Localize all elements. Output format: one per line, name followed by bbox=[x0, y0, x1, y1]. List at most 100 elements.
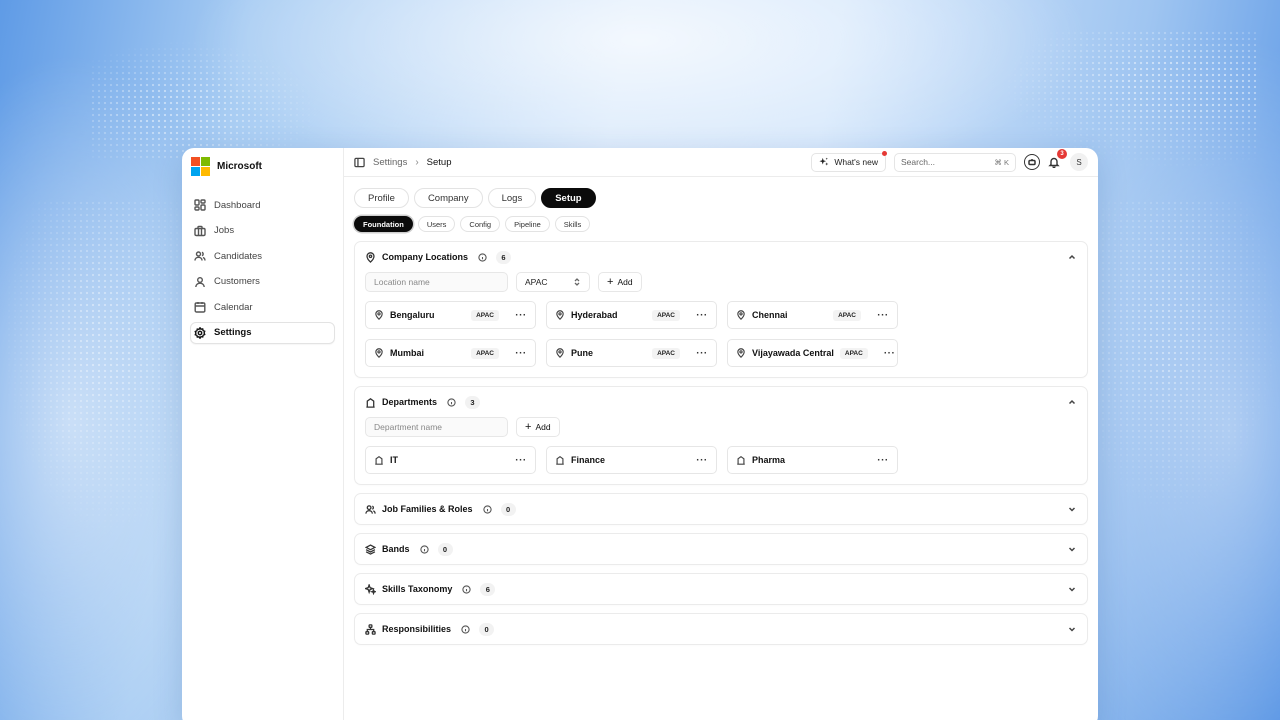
more-options-icon[interactable]: ··· bbox=[696, 348, 708, 359]
tab-logs[interactable]: Logs bbox=[487, 188, 537, 208]
add-label: Add bbox=[617, 277, 633, 287]
layers-icon bbox=[365, 543, 376, 555]
chevron-down-icon[interactable] bbox=[1067, 504, 1077, 514]
info-icon[interactable] bbox=[462, 584, 471, 594]
breadcrumb-parent[interactable]: Settings bbox=[373, 157, 407, 168]
location-name: Bengaluru bbox=[390, 310, 435, 320]
section-count-badge: 0 bbox=[437, 542, 453, 556]
add-department-button[interactable]: + Add bbox=[516, 417, 560, 437]
briefcase-icon bbox=[194, 225, 206, 236]
skills-taxonomy-header[interactable]: Skills Taxonomy 6 bbox=[355, 574, 1087, 604]
sidebar-item-customers[interactable]: Customers bbox=[190, 271, 335, 293]
more-options-icon[interactable]: ··· bbox=[877, 310, 889, 321]
section-title: Bands bbox=[382, 544, 410, 554]
job-families-header[interactable]: Job Families & Roles 0 bbox=[355, 494, 1087, 524]
chevron-down-icon[interactable] bbox=[1067, 544, 1077, 554]
tab-profile[interactable]: Profile bbox=[354, 188, 409, 208]
gear-icon bbox=[194, 326, 206, 339]
map-pin-icon bbox=[737, 310, 745, 320]
chevron-up-icon[interactable] bbox=[1067, 397, 1077, 407]
department-item[interactable]: Pharma ··· bbox=[727, 446, 898, 474]
search-placeholder: Search... bbox=[901, 157, 936, 167]
more-options-icon[interactable]: ··· bbox=[515, 348, 527, 359]
sidebar-item-candidates[interactable]: Candidates bbox=[190, 245, 335, 267]
company-locations-header[interactable]: Company Locations 6 bbox=[355, 242, 1087, 272]
departments-section: Departments 3 Department name + Add IT ·… bbox=[354, 386, 1088, 485]
more-options-icon[interactable]: ··· bbox=[515, 310, 527, 321]
responsibilities-header[interactable]: Responsibilities 0 bbox=[355, 614, 1087, 644]
department-item[interactable]: IT ··· bbox=[365, 446, 536, 474]
chevron-down-icon[interactable] bbox=[1067, 624, 1077, 634]
sidebar: Microsoft Dashboard Jobs Candidates Cust… bbox=[182, 148, 344, 720]
brand[interactable]: Microsoft bbox=[191, 156, 335, 176]
assistant-button[interactable] bbox=[1024, 154, 1040, 170]
sidebar-item-label: Jobs bbox=[214, 225, 235, 236]
avatar[interactable]: S bbox=[1070, 153, 1088, 171]
microsoft-logo-icon bbox=[191, 156, 210, 176]
sparkles-icon bbox=[365, 583, 376, 595]
info-icon[interactable] bbox=[461, 624, 470, 634]
map-pin-icon bbox=[375, 310, 383, 320]
location-item[interactable]: Chennai APAC ··· bbox=[727, 301, 898, 329]
department-name-input[interactable]: Department name bbox=[365, 417, 508, 437]
info-icon[interactable] bbox=[419, 544, 429, 554]
subtab-pipeline[interactable]: Pipeline bbox=[505, 216, 550, 232]
top-bar: Settings › Setup What's new Search... ⌘ … bbox=[344, 148, 1098, 177]
bands-header[interactable]: Bands 0 bbox=[355, 534, 1087, 564]
sidebar-item-settings[interactable]: Settings bbox=[190, 321, 335, 344]
top-bar-actions: What's new Search... ⌘ K 3 S bbox=[811, 149, 1088, 172]
section-count-badge: 6 bbox=[496, 250, 512, 264]
more-options-icon[interactable]: ··· bbox=[696, 455, 708, 466]
location-name: Chennai bbox=[752, 310, 788, 320]
more-options-icon[interactable]: ··· bbox=[515, 455, 527, 466]
sidebar-item-label: Calendar bbox=[214, 301, 253, 313]
section-count-badge: 3 bbox=[465, 395, 481, 409]
chevron-down-icon[interactable] bbox=[1067, 584, 1077, 594]
add-location-button[interactable]: + Add bbox=[598, 272, 642, 292]
sidebar-item-dashboard[interactable]: Dashboard bbox=[190, 194, 335, 216]
location-item[interactable]: Pune APAC ··· bbox=[546, 339, 717, 367]
more-options-icon[interactable]: ··· bbox=[696, 310, 708, 321]
breadcrumb-current: Setup bbox=[426, 156, 452, 168]
more-options-icon[interactable]: ··· bbox=[884, 348, 896, 359]
bot-icon bbox=[1028, 159, 1036, 166]
region-select-value: APAC bbox=[525, 277, 548, 287]
info-icon[interactable] bbox=[447, 397, 456, 407]
sidebar-item-calendar[interactable]: Calendar bbox=[190, 296, 335, 318]
more-options-icon[interactable]: ··· bbox=[877, 455, 889, 466]
sidebar-toggle-icon[interactable] bbox=[354, 157, 365, 168]
location-item[interactable]: Mumbai APAC ··· bbox=[365, 339, 536, 367]
notifications-button[interactable]: 3 bbox=[1048, 149, 1067, 169]
location-item[interactable]: Vijayawada Central APAC ··· bbox=[727, 339, 898, 367]
plus-icon: + bbox=[525, 420, 532, 433]
location-name: Pune bbox=[571, 348, 594, 358]
subtab-config[interactable]: Config bbox=[460, 216, 501, 232]
subtab-foundation[interactable]: Foundation bbox=[354, 216, 413, 232]
whats-new-button[interactable]: What's new bbox=[811, 150, 887, 172]
background-dot-pattern bbox=[1100, 200, 1280, 520]
tab-company[interactable]: Company bbox=[413, 188, 483, 208]
chevron-up-icon[interactable] bbox=[1067, 252, 1077, 262]
section-count-badge: 6 bbox=[480, 582, 496, 596]
hierarchy-icon bbox=[365, 623, 376, 635]
info-icon[interactable] bbox=[478, 252, 487, 262]
section-title: Company Locations bbox=[382, 252, 469, 262]
location-item[interactable]: Hyderabad APAC ··· bbox=[546, 301, 717, 329]
map-pin-icon bbox=[556, 348, 564, 358]
sidebar-item-jobs[interactable]: Jobs bbox=[190, 220, 335, 242]
subtab-skills[interactable]: Skills bbox=[554, 216, 591, 232]
search-input[interactable]: Search... ⌘ K bbox=[894, 152, 1016, 172]
region-select[interactable]: APAC bbox=[516, 272, 590, 292]
map-pin-icon bbox=[556, 310, 564, 320]
sidebar-item-label: Customers bbox=[214, 276, 260, 287]
subtab-users[interactable]: Users bbox=[417, 216, 456, 232]
department-item[interactable]: Finance ··· bbox=[546, 446, 717, 474]
tab-setup[interactable]: Setup bbox=[541, 188, 596, 208]
add-label: Add bbox=[535, 422, 551, 432]
location-item[interactable]: Bengaluru APAC ··· bbox=[365, 301, 536, 329]
departments-header[interactable]: Departments 3 bbox=[355, 387, 1087, 417]
info-icon[interactable] bbox=[482, 504, 492, 514]
region-badge: APAC bbox=[839, 347, 868, 359]
location-name-input[interactable]: Location name bbox=[365, 272, 508, 292]
add-department-row: Department name + Add bbox=[365, 417, 1077, 437]
